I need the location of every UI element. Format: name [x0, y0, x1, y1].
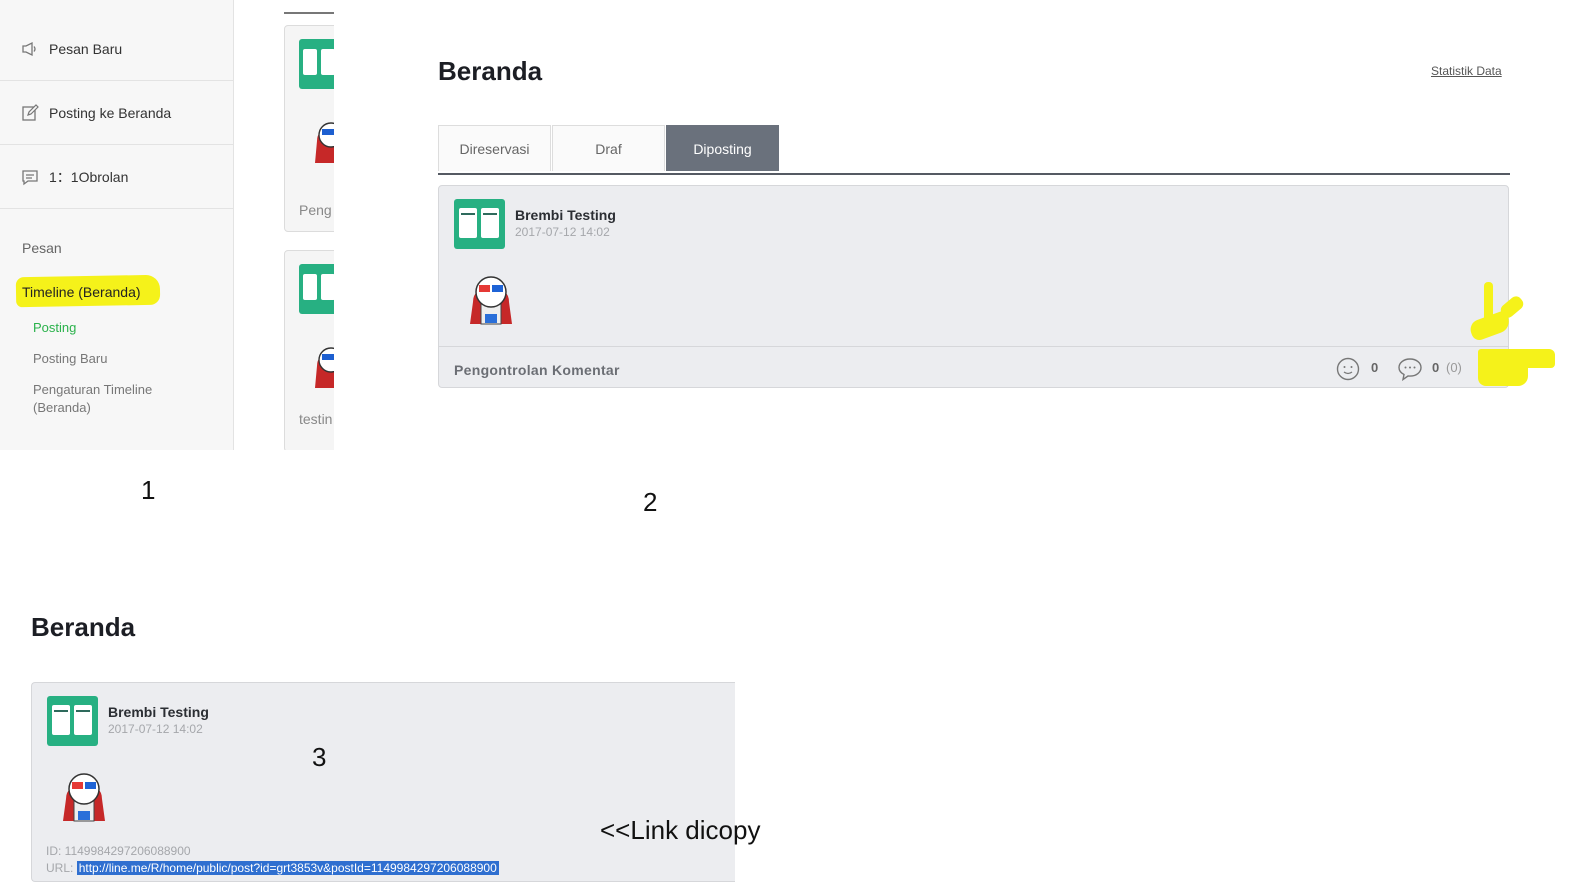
- post-url-row: URL: http://line.me/R/home/public/post?i…: [46, 861, 499, 875]
- post-url[interactable]: http://line.me/R/home/public/post?id=grt…: [76, 861, 499, 875]
- list-item[interactable]: testin: [284, 250, 334, 450]
- post-date: 2017-07-12 14:02: [108, 722, 203, 736]
- annotation-number-3: 3: [312, 742, 327, 772]
- sidebar-item-label: 1：1Obrolan: [49, 168, 129, 185]
- comments-count-paren: (0): [1446, 360, 1462, 375]
- chat-icon: [21, 168, 39, 186]
- sidebar-section-label: Pesan: [22, 240, 62, 256]
- post-card: Brembi Testing 2017-07-12 14:02 ID: 1149…: [31, 682, 735, 882]
- annotation-number-2: 2: [643, 487, 658, 517]
- sidebar-subitem-posting-baru[interactable]: Posting Baru: [33, 350, 107, 368]
- post-author: Brembi Testing: [108, 704, 209, 720]
- avatar: [454, 199, 505, 249]
- highlight-marker: [1478, 362, 1528, 386]
- comment-control-label[interactable]: Pengontrolan Komentar: [454, 362, 620, 378]
- sidebar-item-timeline[interactable]: Timeline (Beranda): [22, 284, 141, 300]
- sidebar-item-label: Pesan Baru: [49, 40, 123, 57]
- post-thumbnail: [299, 264, 334, 314]
- sidebar-item-obrolan[interactable]: 1：1Obrolan: [0, 145, 233, 209]
- comment-icon[interactable]: [1397, 357, 1423, 386]
- post-list-partial: Peng testin: [234, 0, 334, 450]
- sidebar-item-posting-ke-beranda[interactable]: Posting ke Beranda: [0, 81, 233, 145]
- page-title: Beranda: [31, 612, 136, 642]
- sidebar-subitem-posting[interactable]: Posting: [33, 319, 76, 337]
- list-item[interactable]: Peng: [284, 25, 334, 232]
- url-label: URL:: [46, 861, 74, 875]
- likes-count: 0: [1371, 360, 1379, 375]
- post-card: Brembi Testing 2017-07-12 14:02 Pengontr…: [438, 185, 1509, 388]
- post-footer: Pengontrolan Komentar 0 0 (0) ›: [439, 346, 1508, 389]
- annotation-note: <<Link dicopy: [600, 815, 761, 845]
- sidebar-item-label: Posting ke Beranda: [49, 104, 172, 121]
- tab-draf[interactable]: Draf: [552, 125, 665, 171]
- tab-bar: Direservasi Draf Diposting: [438, 125, 1510, 175]
- post-author: Brembi Testing: [515, 207, 616, 223]
- avatar: [47, 696, 98, 746]
- sidebar: Pesan Baru Posting ke Beranda 1：1Obrolan…: [0, 0, 234, 450]
- sticker-image: [313, 111, 334, 171]
- sticker-image: [467, 268, 515, 331]
- sticker-image: [60, 765, 108, 828]
- list-item-text: testin: [299, 411, 333, 427]
- smiley-icon[interactable]: [1336, 357, 1360, 386]
- sidebar-subitem-pengaturan-timeline[interactable]: Pengaturan Timeline (Beranda): [33, 381, 183, 417]
- post-date: 2017-07-12 14:02: [515, 225, 610, 239]
- page-title: Beranda: [438, 56, 543, 86]
- post-id: ID: 1149984297206088900: [46, 844, 191, 858]
- tab-diposting[interactable]: Diposting: [666, 125, 779, 171]
- tab-direservasi[interactable]: Direservasi: [438, 125, 551, 171]
- comments-count: 0: [1432, 360, 1440, 375]
- edit-icon: [21, 103, 39, 122]
- divider: [284, 12, 334, 14]
- list-item-text: Peng: [299, 202, 332, 218]
- sidebar-item-pesan-baru[interactable]: Pesan Baru: [0, 17, 233, 81]
- megaphone-icon: [21, 40, 39, 58]
- sticker-image: [313, 336, 334, 396]
- statistik-data-link[interactable]: Statistik Data: [1431, 64, 1502, 78]
- post-thumbnail: [299, 39, 334, 89]
- annotation-number-1: 1: [141, 475, 156, 505]
